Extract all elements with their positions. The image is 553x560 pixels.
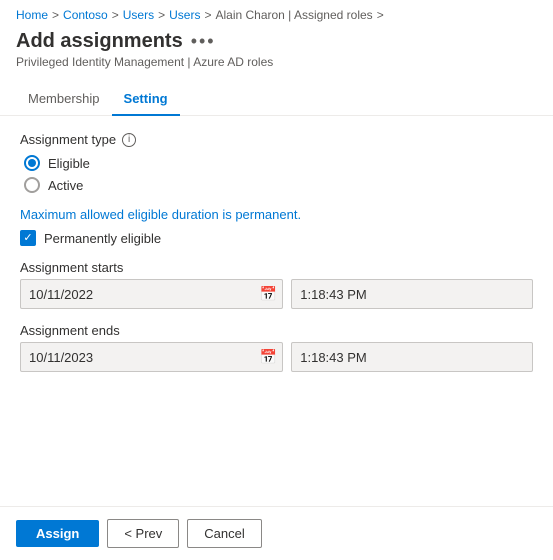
assignment-starts-group: Assignment starts 📅: [20, 260, 533, 309]
assignment-starts-row: 📅: [20, 279, 533, 309]
breadcrumb: Home > Contoso > Users > Users > Alain C…: [0, 0, 553, 26]
start-date-input[interactable]: [20, 279, 283, 309]
assign-button[interactable]: Assign: [16, 520, 99, 547]
assignment-starts-label: Assignment starts: [20, 260, 533, 275]
radio-active-circle[interactable]: [24, 177, 40, 193]
footer: Assign < Prev Cancel: [0, 506, 553, 560]
tabs-container: Membership Setting: [0, 83, 553, 116]
radio-group: Eligible Active: [24, 155, 533, 193]
start-date-wrap: 📅: [20, 279, 283, 309]
permanently-eligible-checkbox[interactable]: ✓: [20, 230, 36, 246]
breadcrumb-sep-2: >: [112, 8, 119, 22]
breadcrumb-users-2[interactable]: Users: [169, 8, 200, 22]
radio-active-label: Active: [48, 178, 83, 193]
page-wrapper: Home > Contoso > Users > Users > Alain C…: [0, 0, 553, 560]
breadcrumb-assigned-roles: Alain Charon | Assigned roles: [215, 8, 372, 22]
permanently-eligible-label: Permanently eligible: [44, 231, 161, 246]
radio-active[interactable]: Active: [24, 177, 533, 193]
assignment-ends-group: Assignment ends 📅: [20, 323, 533, 372]
breadcrumb-sep-5: >: [377, 8, 384, 22]
breadcrumb-sep-3: >: [158, 8, 165, 22]
checkmark-icon: ✓: [23, 233, 32, 244]
end-date-wrap: 📅: [20, 342, 283, 372]
tab-setting[interactable]: Setting: [112, 83, 180, 116]
breadcrumb-sep-1: >: [52, 8, 59, 22]
breadcrumb-users-1[interactable]: Users: [123, 8, 154, 22]
assignment-type-label: Assignment type: [20, 132, 116, 147]
end-date-input[interactable]: [20, 342, 283, 372]
breadcrumb-home[interactable]: Home: [16, 8, 48, 22]
breadcrumb-contoso[interactable]: Contoso: [63, 8, 108, 22]
end-time-input[interactable]: [291, 342, 533, 372]
tab-membership[interactable]: Membership: [16, 83, 112, 116]
info-banner: Maximum allowed eligible duration is per…: [20, 207, 533, 222]
page-header: Add assignments ••• Privileged Identity …: [0, 26, 553, 73]
page-subtitle: Privileged Identity Management | Azure A…: [16, 55, 537, 69]
radio-eligible[interactable]: Eligible: [24, 155, 533, 171]
assignment-type-group: Assignment type i Eligible Active: [20, 132, 533, 193]
more-options-icon[interactable]: •••: [191, 31, 216, 52]
cancel-button[interactable]: Cancel: [187, 519, 261, 548]
radio-eligible-label: Eligible: [48, 156, 90, 171]
page-title: Add assignments: [16, 30, 183, 53]
breadcrumb-sep-4: >: [204, 8, 211, 22]
radio-eligible-circle[interactable]: [24, 155, 40, 171]
prev-button[interactable]: < Prev: [107, 519, 179, 548]
assignment-ends-label: Assignment ends: [20, 323, 533, 338]
permanently-eligible-row[interactable]: ✓ Permanently eligible: [20, 230, 533, 246]
assignment-type-info-icon[interactable]: i: [122, 133, 136, 147]
start-time-input[interactable]: [291, 279, 533, 309]
content-area: Assignment type i Eligible Active Maximu…: [0, 116, 553, 402]
assignment-ends-row: 📅: [20, 342, 533, 372]
